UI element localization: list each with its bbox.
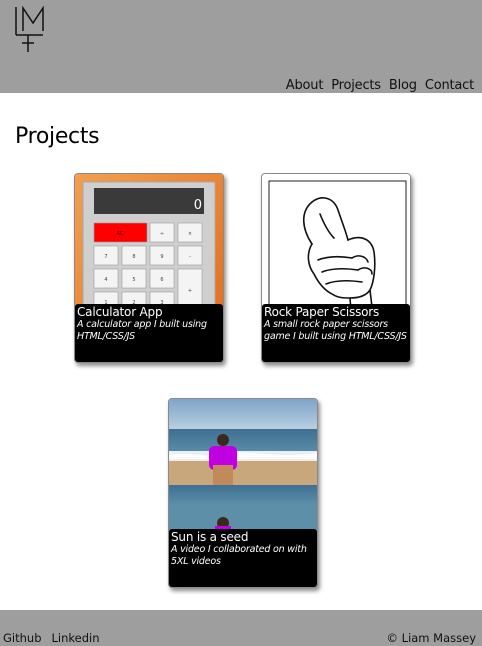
project-caption: Rock Paper Scissors A small rock paper s… (262, 304, 410, 362)
project-description: A video I collaborated on with 5XL video… (171, 544, 307, 567)
project-title: Sun is a seed (171, 530, 249, 544)
nav-about[interactable]: About (286, 78, 324, 93)
calculator-display-value: 0 (193, 198, 202, 213)
svg-text:+: + (188, 288, 192, 294)
svg-text:6: 6 (160, 277, 163, 283)
svg-text:×: × (188, 231, 192, 237)
svg-text:7: 7 (104, 254, 107, 260)
project-card-calculator[interactable]: AC ÷ × 7 8 9 - 4 5 6 + 1 2 3 0 Calculato… (74, 173, 224, 363)
project-title: Calculator App (77, 305, 163, 319)
svg-text:4: 4 (104, 277, 107, 283)
linkedin-link[interactable]: Linkedin (52, 631, 100, 645)
project-card-rock-paper-scissors[interactable]: Rock Paper Scissors A small rock paper s… (261, 173, 411, 363)
svg-text:÷: ÷ (160, 231, 164, 237)
github-link[interactable]: Github (3, 631, 42, 645)
svg-text:AC: AC (117, 231, 124, 237)
lm-monogram-logo-icon[interactable] (13, 5, 49, 53)
nav-contact[interactable]: Contact (425, 78, 474, 93)
svg-text:-: - (189, 254, 191, 260)
svg-text:9: 9 (160, 254, 163, 260)
nav-projects[interactable]: Projects (331, 78, 381, 93)
project-description: A small rock paper scissors game I built… (264, 319, 407, 342)
main-nav: About Projects Blog Contact (278, 78, 474, 93)
nav-blog[interactable]: Blog (389, 78, 417, 93)
copyright-text: © Liam Massey (386, 631, 477, 645)
svg-text:8: 8 (132, 254, 135, 260)
project-caption: Sun is a seed A video I collaborated on … (169, 529, 317, 587)
footer-links: Github Linkedin (3, 631, 110, 645)
site-footer: Github Linkedin © Liam Massey (0, 610, 482, 646)
svg-text:5: 5 (132, 277, 135, 283)
project-title: Rock Paper Scissors (264, 305, 380, 319)
project-caption: Calculator App A calculator app I built … (75, 304, 223, 362)
page-title: Projects (15, 124, 100, 149)
project-description: A calculator app I built using HTML/CSS/… (77, 319, 207, 342)
site-header: About Projects Blog Contact (0, 0, 482, 93)
project-card-sun-is-a-seed[interactable]: Sun is a seed A video I collaborated on … (168, 398, 318, 588)
